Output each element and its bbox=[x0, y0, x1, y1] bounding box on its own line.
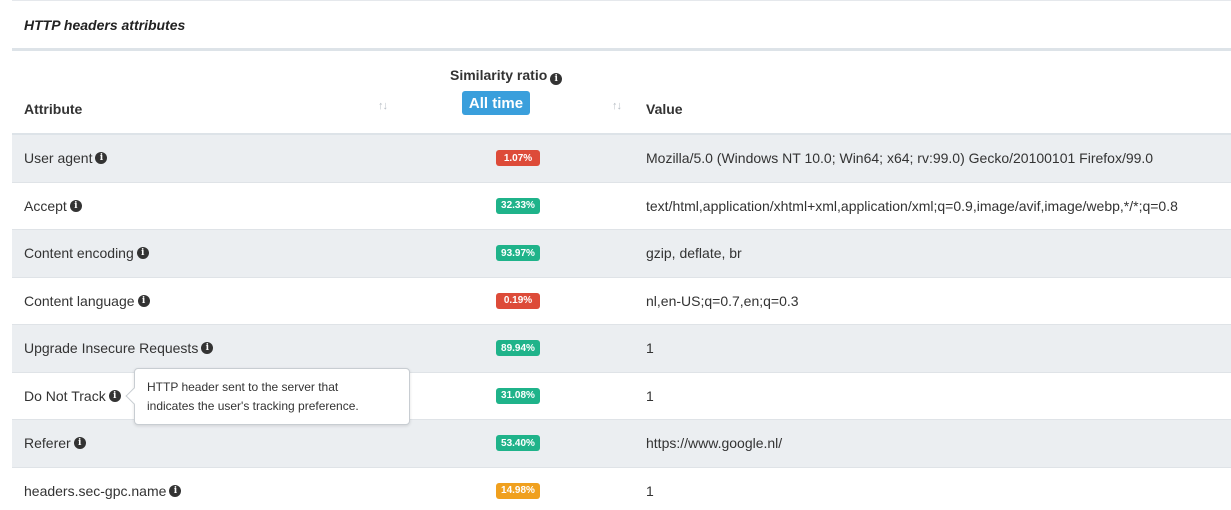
table-row: Accept i 32.33% text/html,application/xhtml… bbox=[12, 183, 1231, 230]
all-time-filter-button[interactable]: All time bbox=[462, 91, 530, 115]
attribute-name: Accept i bbox=[24, 183, 82, 230]
similarity-badge: 0.19% bbox=[496, 292, 540, 309]
column-header-similarity[interactable]: Similarity ratio i bbox=[450, 67, 563, 85]
similarity-badge: 93.97% bbox=[496, 245, 540, 262]
info-icon[interactable]: i bbox=[137, 294, 150, 307]
sort-icon[interactable]: ↑↓ bbox=[612, 100, 622, 112]
attribute-value: Mozilla/5.0 (Windows NT 10.0; Win64; x64… bbox=[646, 150, 1154, 167]
attribute-name: Referer i bbox=[24, 420, 86, 467]
table-row: Upgrade Insecure Requests i 89.94% 1 bbox=[12, 325, 1231, 373]
attribute-name: Do Not Track i bbox=[24, 373, 121, 420]
sort-icon[interactable]: ↑↓ bbox=[378, 100, 388, 112]
table-row: Referer i 53.40% https://www.google.nl/ bbox=[12, 420, 1231, 468]
attribute-name: headers.sec-gpc.name i bbox=[24, 468, 182, 510]
attribute-label: User agent bbox=[24, 150, 93, 167]
table-row: Content language i 0.19% nl,en-US;q=0.7,en;… bbox=[12, 278, 1231, 325]
attribute-name: User agent i bbox=[24, 135, 108, 182]
info-icon[interactable]: i bbox=[136, 247, 149, 260]
attribute-label: headers.sec-gpc.name bbox=[24, 482, 167, 499]
table-row: headers.sec-gpc.name i 14.98% 1 bbox=[12, 468, 1231, 510]
table-row: Content encoding i 93.97% gzip, deflate, br bbox=[12, 230, 1231, 278]
attribute-label: Content language bbox=[24, 292, 135, 309]
table-body: User agent i 1.07% Mozilla/5.0 (Windows NT … bbox=[12, 135, 1231, 510]
attribute-value: 1 bbox=[646, 387, 654, 404]
attribute-label: Do Not Track bbox=[24, 387, 106, 404]
info-icon[interactable]: i bbox=[201, 342, 214, 355]
info-icon[interactable]: i bbox=[95, 152, 108, 165]
attribute-label: Upgrade Insecure Requests bbox=[24, 340, 199, 357]
column-header-attribute[interactable]: Attribute bbox=[24, 101, 82, 117]
attribute-label: Accept bbox=[24, 197, 67, 214]
info-icon[interactable]: i bbox=[69, 199, 82, 212]
similarity-badge: 32.33% bbox=[496, 197, 540, 214]
attribute-label: Referer bbox=[24, 435, 71, 452]
table-header: Attribute ↑↓ Similarity ratio i ↑↓ Value bbox=[12, 51, 1231, 135]
attribute-label: Content encoding bbox=[24, 245, 134, 262]
attribute-value: gzip, deflate, br bbox=[646, 245, 742, 262]
attribute-value: text/html,application/xhtml+xml,applicat… bbox=[646, 197, 1178, 214]
attribute-value: nl,en-US;q=0.7,en;q=0.3 bbox=[646, 292, 799, 309]
similarity-badge: 31.08% bbox=[496, 387, 540, 404]
http-headers-panel: HTTP headers attributes Attribute ↑↓ Sim… bbox=[12, 0, 1231, 510]
tooltip-text-line1: HTTP header sent to the server that bbox=[147, 380, 339, 394]
info-icon[interactable]: i bbox=[108, 389, 121, 402]
attribute-name: Upgrade Insecure Requests i bbox=[24, 325, 214, 372]
attribute-value: https://www.google.nl/ bbox=[646, 435, 783, 452]
similarity-badge: 14.98% bbox=[496, 482, 540, 499]
attribute-value: 1 bbox=[646, 482, 654, 499]
tooltip-text-line2: indicates the user's tracking preference… bbox=[147, 399, 359, 413]
panel-title: HTTP headers attributes bbox=[12, 1, 1231, 51]
similarity-label: Similarity ratio bbox=[450, 67, 548, 83]
info-icon[interactable]: i bbox=[550, 73, 563, 85]
similarity-badge: 53.40% bbox=[496, 435, 540, 452]
attribute-name: Content language i bbox=[24, 278, 150, 325]
similarity-badge: 89.94% bbox=[496, 340, 540, 357]
attribute-value: 1 bbox=[646, 340, 654, 357]
info-icon[interactable]: i bbox=[73, 437, 86, 450]
similarity-badge: 1.07% bbox=[496, 150, 540, 167]
attribute-name: Content encoding i bbox=[24, 230, 149, 277]
table-row: User agent i 1.07% Mozilla/5.0 (Windows NT … bbox=[12, 135, 1231, 183]
info-icon[interactable]: i bbox=[169, 484, 182, 497]
column-header-value: Value bbox=[646, 101, 683, 117]
tooltip: HTTP header sent to the server that indi… bbox=[125, 368, 410, 425]
